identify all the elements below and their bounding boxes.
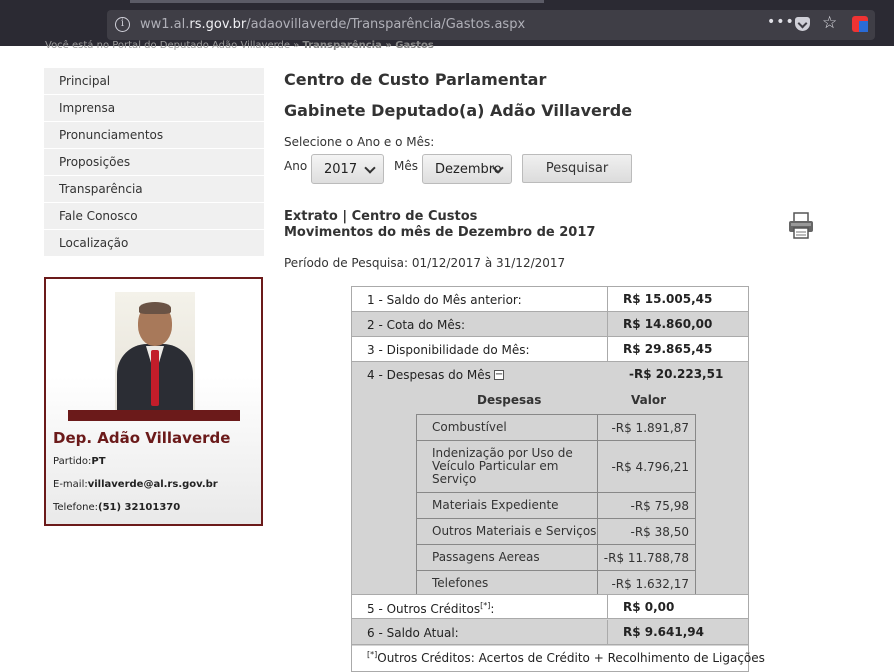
table-row: Passagens Aereas -R$ 11.788,78	[417, 545, 695, 571]
printer-icon[interactable]	[787, 211, 815, 241]
mes-label: Mês	[394, 159, 418, 173]
url-text[interactable]: ww1.al.rs.gov.br/adaovillaverde/Transpar…	[140, 17, 525, 32]
page-subtitle: Gabinete Deputado(a) Adão Villaverde	[284, 101, 633, 120]
statement-row: 2 - Cota do Mês: R$ 14.860,00	[352, 312, 748, 337]
telefone-line: Telefone:(51) 32101370	[53, 502, 181, 513]
valor-header: Valor	[631, 393, 667, 407]
sidebar-nav: Principal Imprensa Pronunciamentos Propo…	[44, 68, 264, 257]
email-link[interactable]: villaverde@al.rs.gov.br	[88, 479, 218, 490]
table-row: Telefones -R$ 1.632,17	[417, 571, 695, 596]
table-row: Indenização por Uso de Veículo Particula…	[417, 441, 695, 493]
breadcrumb-current: Transparência » Gastos	[302, 40, 434, 51]
breadcrumb: Você está no Portal do Deputado Adão Vil…	[45, 40, 434, 51]
sidebar-item-principal[interactable]: Principal	[44, 68, 264, 95]
ano-select[interactable]: 2017	[311, 154, 384, 184]
sidebar-item-proposicoes[interactable]: Proposições	[44, 149, 264, 176]
statement-footnote: [*]Outros Créditos: Acertos de Crédito +…	[352, 646, 765, 671]
page-actions-menu-icon[interactable]: •••	[767, 14, 795, 30]
sidebar-item-localizacao[interactable]: Localização	[44, 230, 264, 257]
deputy-name: Dep. Adão Villaverde	[53, 429, 231, 447]
chevron-down-icon	[364, 162, 376, 174]
statement-row: 3 - Disponibilidade do Mês: R$ 29.865,45	[352, 337, 748, 362]
partido-line: Partido:PT	[53, 456, 106, 467]
collapse-toggle-icon[interactable]: −	[493, 370, 504, 380]
statement-row: 5 - Outros Créditos[*]: R$ 0,00	[352, 594, 748, 619]
statement-row-despesas: 4 - Despesas do Mês − -R$ 20.223,51	[367, 367, 724, 382]
pesquisar-button[interactable]: Pesquisar	[522, 154, 632, 183]
periodo-pesquisa: Período de Pesquisa: 01/12/2017 à 31/12/…	[284, 256, 566, 270]
bookmark-star-icon[interactable]: ☆	[822, 13, 837, 33]
table-row: Combustível -R$ 1.891,87	[417, 415, 695, 441]
pocket-icon[interactable]	[795, 17, 810, 31]
statement-table: 1 - Saldo do Mês anterior: R$ 15.005,45 …	[351, 286, 765, 672]
extrato-subtitle: Movimentos do mês de Dezembro de 2017	[284, 225, 596, 240]
email-line: E-mail:villaverde@al.rs.gov.br	[53, 479, 218, 490]
sidebar-item-transparencia[interactable]: Transparência	[44, 176, 264, 203]
sidebar-item-imprensa[interactable]: Imprensa	[44, 95, 264, 122]
ano-label: Ano	[284, 159, 308, 173]
statement-row: 1 - Saldo do Mês anterior: R$ 15.005,45	[352, 287, 748, 312]
sidebar-item-fale-conosco[interactable]: Fale Conosco	[44, 203, 264, 230]
table-row: Materiais Expediente -R$ 75,98	[417, 493, 695, 519]
despesas-header: Despesas	[477, 393, 542, 407]
deputy-photo	[115, 292, 195, 410]
mes-select[interactable]: Dezembro	[422, 154, 512, 184]
telefone-value: (51) 32101370	[98, 502, 181, 513]
statement-row: 6 - Saldo Atual: R$ 9.641,94	[352, 620, 748, 645]
extrato-title: Extrato | Centro de Custos	[284, 209, 478, 224]
sidebar-item-pronunciamentos[interactable]: Pronunciamentos	[44, 122, 264, 149]
deputy-profile-card: Dep. Adão Villaverde Partido:PT E-mail:v…	[44, 277, 263, 526]
photo-caption-bar	[68, 410, 240, 421]
page-title: Centro de Custo Parlamentar	[284, 70, 547, 89]
despesas-table: Combustível -R$ 1.891,87 Indenização por …	[416, 414, 696, 597]
active-tab-indicator	[130, 0, 544, 3]
address-bar[interactable]: i ww1.al.rs.gov.br/adaovillaverde/Transp…	[107, 10, 875, 40]
site-info-icon[interactable]: i	[115, 17, 130, 32]
table-row: Outros Materiais e Serviços -R$ 38,50	[417, 519, 695, 545]
extension-icon[interactable]	[852, 16, 868, 32]
select-prompt: Selecione o Ano e o Mês:	[284, 135, 435, 149]
partido-value: PT	[91, 456, 106, 467]
